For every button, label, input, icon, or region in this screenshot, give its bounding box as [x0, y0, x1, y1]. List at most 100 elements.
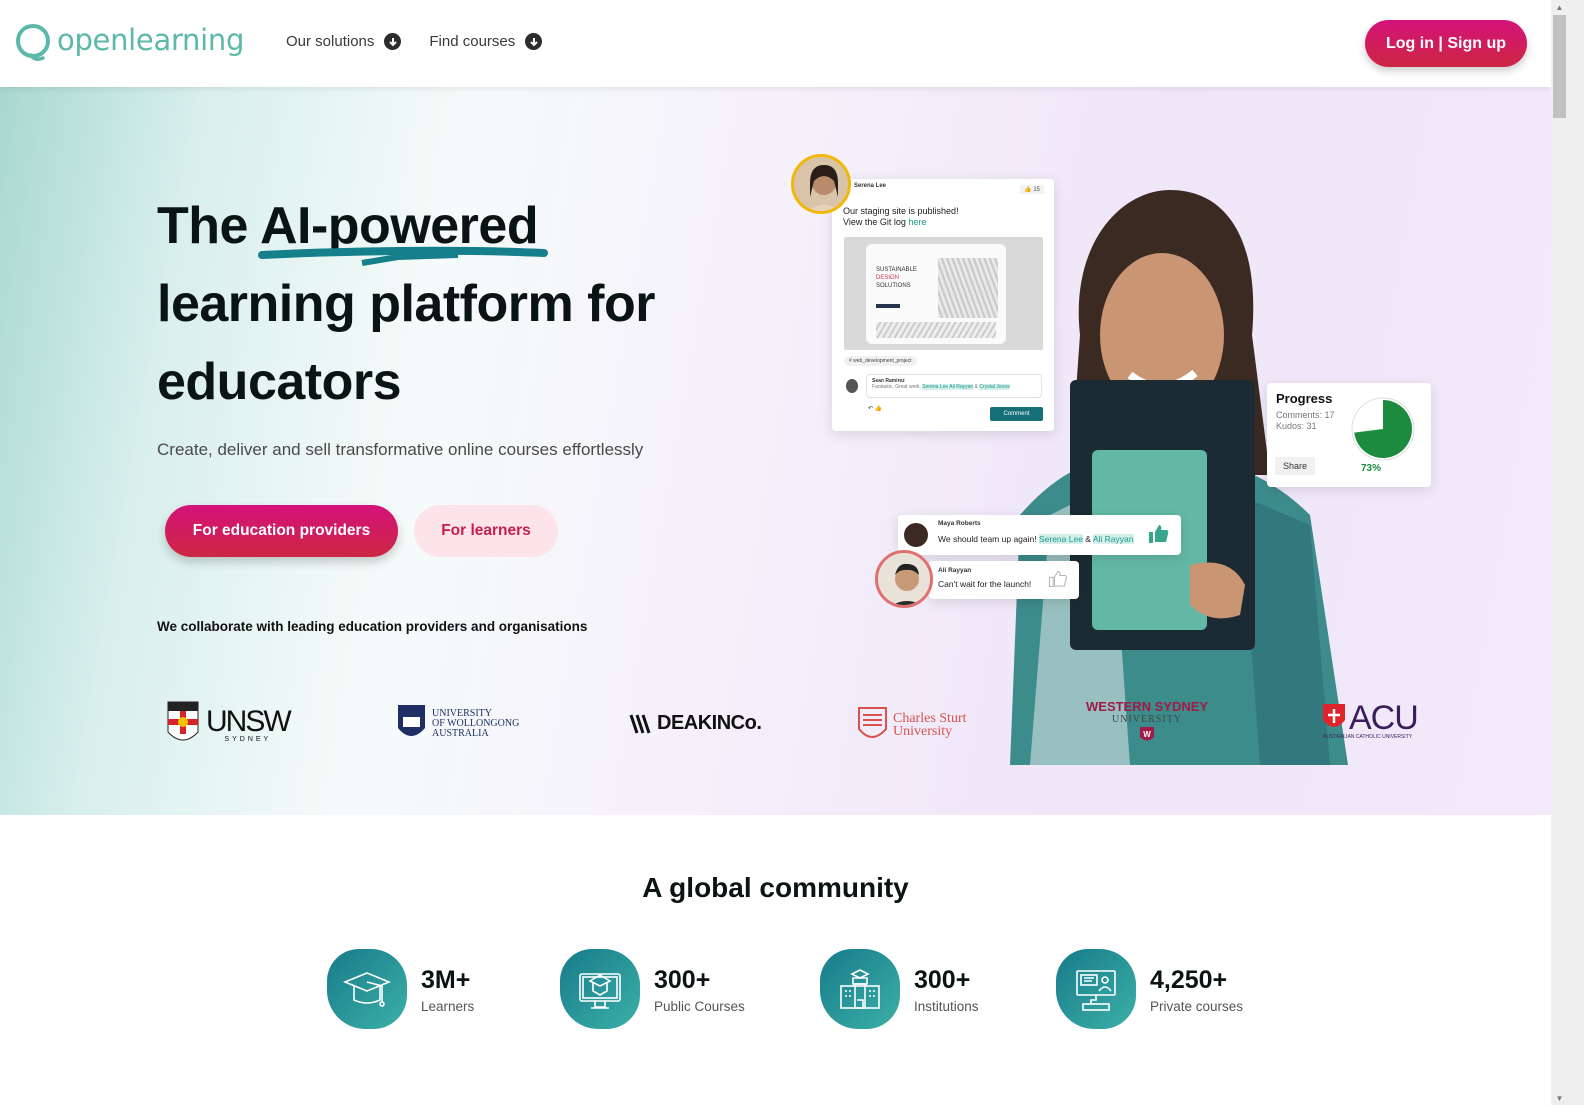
for-education-providers-button[interactable]: For education providers	[165, 505, 398, 557]
login-signup-button[interactable]: Log in | Sign up	[1365, 20, 1527, 67]
partner-logo-uow[interactable]: UNIVERSITY OF WOLLONGONG AUSTRALIA	[397, 704, 519, 744]
scrollbar-thumb[interactable]	[1553, 15, 1566, 118]
comment-text: Fantastic. Great work,	[872, 384, 923, 390]
stat-label: Public Courses	[654, 998, 745, 1014]
stat-value: 4,250+	[1150, 965, 1228, 994]
partner-name-line: WESTERN SYDNEY	[1086, 699, 1209, 714]
partner-logo-acu[interactable]: ACU AUSTRALIAN CATHOLIC UNIVERSITY	[1323, 701, 1419, 740]
project-tag[interactable]: # web_development_project	[844, 356, 917, 366]
hero-title-line2: learning platform for	[157, 275, 655, 333]
mention[interactable]: Ali Rayyan	[949, 384, 974, 390]
progress-pie	[1351, 397, 1415, 461]
openlearning-logo-icon	[15, 23, 51, 61]
arrow-down-circle-icon	[525, 33, 543, 50]
mention[interactable]: Crystal Jones	[979, 384, 1010, 390]
nav-our-solutions[interactable]: Our solutions	[286, 33, 402, 50]
page: openlearning Our solutions Find courses …	[0, 0, 1551, 1105]
stat-label: Learners	[421, 998, 475, 1014]
serena-lee-avatar	[791, 154, 851, 214]
stat-label: Private courses	[1150, 998, 1244, 1014]
hero-title: The AI-powered learning platform for edu…	[157, 187, 655, 421]
like-count: 15	[1033, 187, 1040, 193]
stat-label: Institutions	[914, 998, 979, 1014]
acu-shield-icon	[1323, 704, 1345, 727]
partner-logo-western-sydney[interactable]: WESTERN SYDNEY UNIVERSITY W	[1086, 700, 1208, 743]
chat-text: Can't wait for the launch!	[938, 579, 1032, 589]
stat-learners: 3M+ Learners	[327, 949, 474, 1029]
chat-text: We should team up again! Serena Lee & Al…	[938, 534, 1134, 544]
hero-title-line3: educators	[157, 353, 402, 411]
ali-rayyan-avatar	[875, 550, 933, 608]
partner-name-line: University	[893, 724, 953, 739]
mention[interactable]: Serena Lee	[1038, 534, 1083, 544]
stat-private-courses: 4,250+ Private courses	[1056, 949, 1243, 1029]
nav-label: Find courses	[429, 33, 516, 50]
partner-name-line: AUSTRALIA	[432, 728, 489, 739]
charles-sturt-crest-icon	[858, 707, 887, 738]
partner-name: DEAKINCo.	[657, 712, 762, 734]
collaboration-text: We collaborate with leading education pr…	[157, 619, 588, 634]
logo-text: openlearning	[57, 23, 245, 57]
post-like-count[interactable]: 👍 15	[1020, 185, 1044, 194]
partner-name-line: UNIVERSITY	[1112, 714, 1183, 725]
private-course-computer-icon	[1056, 949, 1136, 1029]
chat-message: Maya Roberts We should team up again! Se…	[898, 515, 1181, 555]
partner-logo-deakinco[interactable]: DEAKINCo.	[629, 712, 762, 735]
deakinco-mark-icon	[629, 714, 651, 733]
partner-sub: AUSTRALIAN CATHOLIC UNIVERSITY	[1323, 734, 1413, 740]
progress-card: Progress Comments: 17 Kudos: 31 Share 73…	[1267, 383, 1431, 487]
chat-author: Ali Rayyan	[938, 567, 972, 574]
reply-like-icons[interactable]: ↶ 👍	[868, 405, 882, 412]
thumbs-up-icon: 👍	[1024, 187, 1032, 193]
unsw-crest-icon	[167, 701, 199, 741]
stat-value: 300+	[654, 965, 711, 994]
partner-logo-charles-sturt[interactable]: Charles Sturt University	[858, 707, 967, 743]
nav-find-courses[interactable]: Find courses	[429, 33, 543, 50]
nav-label: Our solutions	[286, 33, 375, 50]
page-scrollbar[interactable]: ▲ ▼	[1551, 0, 1584, 1105]
progress-percent: 73%	[1361, 463, 1382, 474]
hero-section: The AI-powered learning platform for edu…	[0, 87, 1551, 815]
kudos-count: Kudos: 31	[1276, 421, 1317, 431]
stat-institutions: 300+ Institutions	[820, 949, 979, 1029]
commenter-avatar	[846, 379, 858, 393]
post-message: Our staging site is published! View the …	[843, 206, 959, 228]
post-author: Serena Lee	[854, 183, 887, 189]
partner-logo-unsw[interactable]: UNSW SYDNEY	[166, 700, 292, 750]
uow-crest-icon	[398, 705, 425, 736]
chat-text-body: We should team up again!	[938, 534, 1039, 544]
maya-roberts-avatar	[904, 523, 928, 547]
scroll-down-arrow-icon[interactable]: ▼	[1551, 1091, 1568, 1105]
graduation-cap-icon	[327, 949, 407, 1029]
image-heading-line: SOLUTIONS	[876, 283, 911, 289]
partner-name: UNSW	[206, 704, 292, 738]
svg-text:W: W	[1143, 730, 1151, 739]
partner-sub: SYDNEY	[224, 735, 272, 743]
institution-building-icon	[820, 949, 900, 1029]
site-header: openlearning Our solutions Find courses …	[0, 0, 1551, 87]
chat-author: Maya Roberts	[938, 520, 981, 527]
comment-box: Sean Ramirez Fantastic. Great work, Sere…	[866, 374, 1042, 398]
stat-value: 300+	[914, 965, 971, 994]
comment-button[interactable]: Comment	[990, 407, 1043, 421]
mention[interactable]: Ali Rayyan	[1092, 534, 1134, 544]
tablet-screenshot: SUSTAINABLE DESIGN SOLUTIONS	[866, 244, 1006, 344]
git-log-link[interactable]: here	[908, 217, 926, 227]
post-message-line2: View the Git log	[843, 217, 909, 227]
partner-logos: UNSW SYDNEY UNIVERSITY OF WOLLONGONG AUS…	[0, 692, 1551, 762]
share-button[interactable]: Share	[1275, 457, 1315, 475]
underline-swoosh-icon	[258, 246, 548, 266]
main-nav: Our solutions Find courses	[286, 33, 543, 50]
comments-count: Comments: 17	[1276, 410, 1335, 420]
for-learners-button[interactable]: For learners	[414, 505, 558, 557]
scroll-up-arrow-icon[interactable]: ▲	[1551, 0, 1568, 14]
hero-title-pre: The	[157, 197, 260, 255]
post-message-line1: Our staging site is published!	[843, 206, 959, 216]
wsu-shield-icon: W	[1140, 727, 1155, 741]
mention[interactable]: Serena Lee	[922, 384, 949, 390]
thumbs-up-filled-icon[interactable]	[1149, 525, 1169, 543]
hero-subtitle: Create, deliver and sell transformative …	[157, 440, 644, 459]
logo[interactable]: openlearning	[15, 22, 244, 62]
stat-value: 3M+	[421, 965, 471, 994]
thumbs-up-outline-icon[interactable]	[1049, 571, 1067, 587]
